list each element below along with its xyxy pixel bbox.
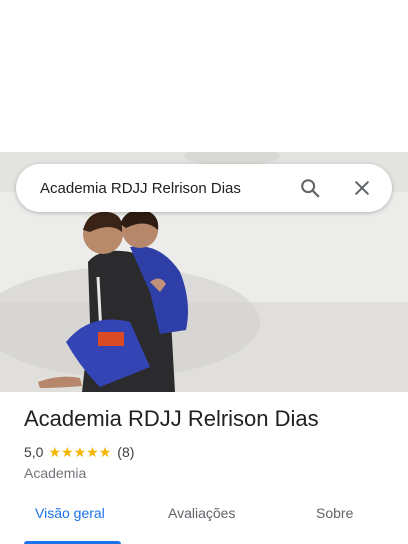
star-icon: ★ [61,444,74,460]
map-blank-area [0,0,408,152]
close-button[interactable] [344,170,380,206]
search-icon [301,179,320,198]
tab-about[interactable]: Sobre [316,505,353,521]
star-icon: ★ [98,444,112,460]
tab-reviews[interactable]: Avaliações [168,505,235,521]
search-input[interactable]: Academia RDJJ Relrison Dias [40,180,292,197]
search-bar[interactable]: Academia RDJJ Relrison Dias [16,164,392,212]
star-icon: ★ [48,444,62,460]
star-icon: ★ [86,444,99,460]
place-title: Academia RDJJ Relrison Dias [24,406,319,431]
review-count[interactable]: (8) [117,444,134,460]
rating-row[interactable]: 5,0 ★ ★ ★ ★ ★ (8) [24,444,134,460]
place-category[interactable]: Academia [24,465,86,481]
star-rating: ★ ★ ★ ★ ★ [48,445,111,459]
rating-value: 5,0 [24,444,44,460]
tab-overview[interactable]: Visão geral [35,505,105,521]
place-tabs: Visão geral Avaliações Sobre [0,492,408,544]
star-icon: ★ [73,444,87,460]
search-button[interactable] [292,170,328,206]
close-icon [355,181,369,195]
